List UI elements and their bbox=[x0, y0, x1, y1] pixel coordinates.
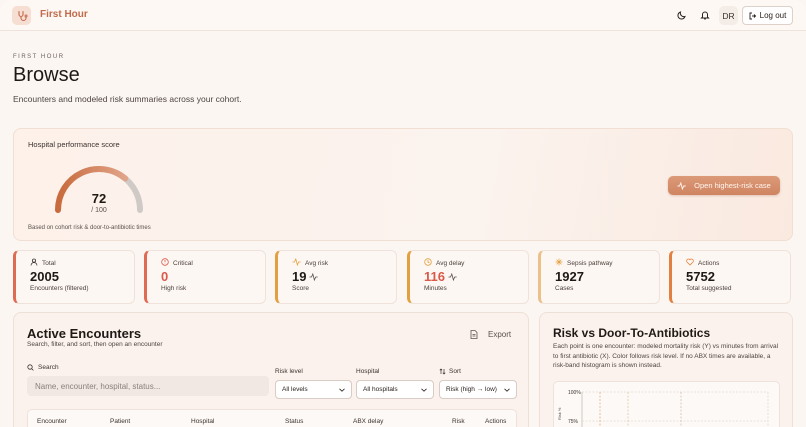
stat-sub: Score bbox=[292, 285, 309, 292]
encounters-title: Active Encounters bbox=[27, 326, 142, 341]
active-encounters-panel: Active Encounters Search, filter, and so… bbox=[13, 312, 529, 427]
file-icon bbox=[470, 330, 478, 339]
stat-value-row: 116 bbox=[424, 269, 457, 284]
logout-button[interactable]: Log out bbox=[742, 6, 793, 25]
stat-value: 116 bbox=[424, 269, 445, 284]
stat-label: Avg delay bbox=[436, 259, 465, 267]
trend-icon bbox=[448, 272, 457, 281]
performance-card: Hospital performance score 72 / 100 Base… bbox=[13, 128, 793, 241]
risk-level-label: Risk level bbox=[275, 368, 303, 375]
open-highest-risk-button[interactable]: Open highest-risk case bbox=[668, 176, 780, 195]
stat-label: Critical bbox=[173, 259, 193, 267]
scatter-title: Risk vs Door-To-Antibiotics bbox=[553, 326, 711, 340]
performance-label: Hospital performance score bbox=[28, 140, 120, 149]
chevron-down-icon bbox=[504, 388, 510, 392]
sort-icon bbox=[439, 368, 446, 375]
stat-sub: Cases bbox=[555, 285, 574, 292]
y-tick-label: 75% bbox=[568, 419, 579, 425]
column-header-abx-delay[interactable]: ABX delay bbox=[353, 418, 383, 425]
alert-circle-icon bbox=[161, 258, 169, 268]
encounters-table-header: Encounter Patient Hospital Status ABX de… bbox=[27, 409, 517, 427]
heart-icon bbox=[686, 258, 694, 268]
stat-label: Total bbox=[42, 259, 56, 267]
y-axis-label: Risk % bbox=[557, 407, 562, 420]
stat-label: Avg risk bbox=[305, 259, 328, 267]
column-header-status[interactable]: Status bbox=[285, 418, 303, 425]
column-header-risk[interactable]: Risk bbox=[452, 418, 465, 425]
column-header-hospital[interactable]: Hospital bbox=[191, 418, 214, 425]
stat-sub: Encounters (filtered) bbox=[30, 285, 89, 292]
scatter-plot-svg: Risk % 100% 75% bbox=[557, 390, 769, 427]
activity-icon bbox=[677, 181, 686, 190]
page-eyebrow: FIRST HOUR bbox=[13, 54, 65, 60]
hospital-value: All hospitals bbox=[363, 386, 398, 393]
stat-label: Sepsis pathway bbox=[567, 259, 613, 267]
y-tick-label: 100% bbox=[568, 390, 581, 396]
performance-score: 72 bbox=[91, 191, 107, 206]
user-icon bbox=[30, 258, 38, 268]
column-header-patient[interactable]: Patient bbox=[110, 418, 130, 425]
stat-sub: Minutes bbox=[424, 285, 447, 292]
sort-value: Risk (high → low) bbox=[446, 386, 497, 393]
encounters-subtitle: Search, filter, and sort, then open an e… bbox=[27, 341, 163, 348]
stat-value: 19 bbox=[292, 269, 307, 284]
search-icon bbox=[27, 364, 34, 371]
column-header-encounter[interactable]: Encounter bbox=[37, 418, 67, 425]
sparkle-icon bbox=[555, 258, 563, 268]
avatar[interactable]: DR bbox=[719, 6, 738, 25]
performance-note: Based on cohort risk & door-to-antibioti… bbox=[28, 225, 151, 231]
chevron-down-icon bbox=[339, 388, 345, 392]
top-bar: First Hour DR Log out bbox=[0, 0, 806, 31]
clock-icon bbox=[424, 258, 432, 268]
stat-value: 1927 bbox=[555, 269, 584, 284]
risk-level-value: All levels bbox=[282, 386, 308, 393]
sort-label: Sort bbox=[439, 368, 461, 375]
logout-icon bbox=[749, 12, 756, 19]
moon-icon[interactable] bbox=[675, 8, 689, 22]
stat-value: 2005 bbox=[30, 269, 59, 284]
stat-sub: Total suggested bbox=[686, 285, 732, 292]
stat-value: 0 bbox=[161, 269, 169, 284]
stat-value: 5752 bbox=[686, 269, 715, 284]
activity-icon bbox=[292, 257, 301, 268]
stat-card-sepsis-pathway: Sepsis pathway 1927 Cases bbox=[538, 250, 660, 304]
export-label: Export bbox=[488, 330, 512, 339]
scatter-plot: Risk % 100% 75% bbox=[553, 381, 780, 427]
trend-icon bbox=[309, 272, 319, 281]
scatter-description: Each point is one encounter: modeled mor… bbox=[553, 343, 779, 369]
stat-label: Actions bbox=[698, 259, 720, 267]
stat-card-actions: Actions 5752 Total suggested bbox=[669, 250, 791, 304]
export-button[interactable]: Export bbox=[470, 330, 511, 339]
risk-vs-abx-panel: Risk vs Door-To-Antibiotics Each point i… bbox=[539, 312, 793, 427]
search-label: Search bbox=[27, 364, 59, 371]
bell-icon[interactable] bbox=[698, 8, 712, 22]
column-header-actions[interactable]: Actions bbox=[485, 418, 506, 425]
page-title: Browse bbox=[13, 64, 80, 86]
sort-label-text: Sort bbox=[449, 368, 461, 375]
app-title[interactable]: First Hour bbox=[40, 9, 88, 20]
logout-label: Log out bbox=[759, 11, 787, 20]
stat-card-total: Total 2005 Encounters (filtered) bbox=[13, 250, 135, 304]
page-subtitle: Encounters and modeled risk summaries ac… bbox=[13, 94, 242, 104]
stat-card-avg-delay: Avg delay 116 Minutes bbox=[407, 250, 529, 304]
stethoscope-icon[interactable] bbox=[12, 6, 31, 25]
app-frame: First Hour DR Log out FIRST HOUR Browse … bbox=[0, 0, 806, 427]
chevron-down-icon bbox=[421, 388, 427, 392]
stat-card-critical: Critical 0 High risk bbox=[144, 250, 266, 304]
stat-card-avg-risk: Avg risk 19 Score bbox=[275, 250, 397, 304]
sort-select[interactable]: Risk (high → low) bbox=[439, 380, 517, 399]
risk-level-select[interactable]: All levels bbox=[275, 380, 352, 399]
open-highest-risk-label: Open highest-risk case bbox=[694, 181, 771, 190]
stat-value-row: 19 bbox=[292, 269, 319, 284]
performance-max: / 100 bbox=[91, 207, 107, 214]
search-input[interactable] bbox=[27, 376, 269, 396]
hospital-select[interactable]: All hospitals bbox=[356, 380, 434, 399]
hospital-label: Hospital bbox=[356, 368, 380, 375]
search-label-text: Search bbox=[38, 364, 59, 371]
stat-sub: High risk bbox=[161, 285, 187, 292]
